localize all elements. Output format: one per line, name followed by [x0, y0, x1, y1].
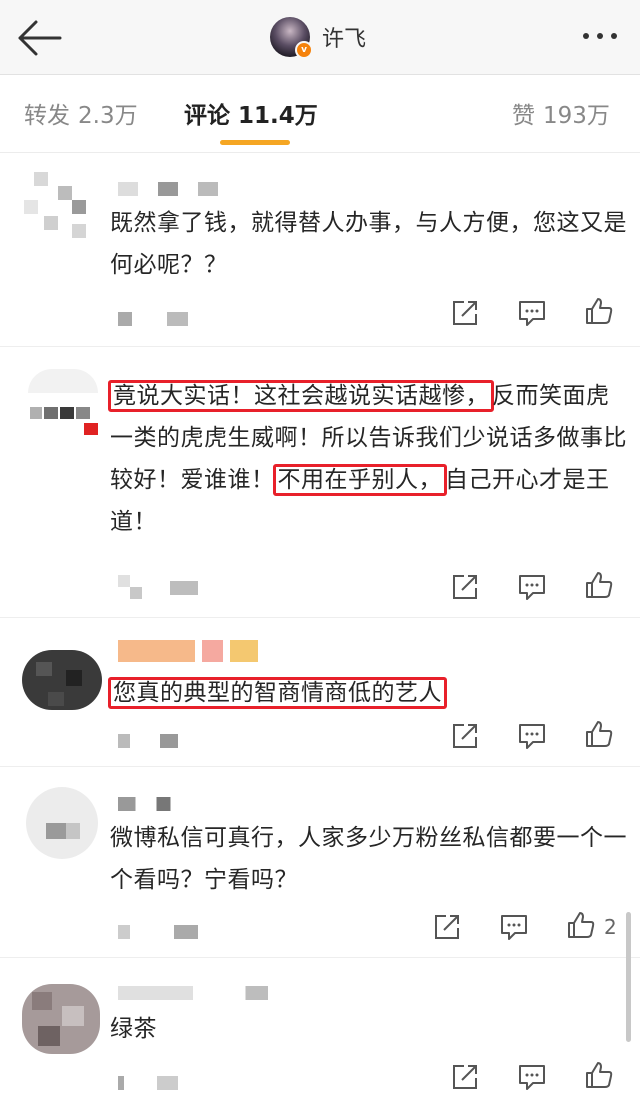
page-title: 许飞 [322, 27, 367, 52]
like-icon[interactable] [566, 910, 596, 940]
like-icon[interactable] [584, 296, 614, 326]
top-bar: v 许飞 [0, 0, 640, 75]
avatar[interactable]: v [270, 17, 313, 59]
timestamp-blurred [118, 734, 178, 748]
tab-repost-count: 2.3万 [78, 103, 138, 129]
avatar-blurred[interactable] [22, 640, 102, 720]
comment-text: 绿茶 [110, 1016, 157, 1042]
timestamp-blurred [118, 575, 208, 603]
username-blurred[interactable] [118, 986, 268, 1000]
comment-icon[interactable] [517, 1062, 547, 1092]
comment-icon[interactable] [517, 572, 547, 602]
more-icon[interactable] [580, 26, 620, 46]
comment-text: 竟说大实话！这社会越说实话越惨， 反而笑面虎一类的虎虎生威啊！所以告诉我们少说话多… [108, 375, 630, 543]
like-icon[interactable] [584, 570, 614, 600]
timestamp-blurred [118, 925, 198, 939]
tab-repost-label: 转发 [24, 103, 70, 129]
repost-icon[interactable] [432, 912, 462, 942]
comment-item: 既然拿了钱，就得替人办事，与人方便，您这又是何必呢？？ [0, 154, 640, 347]
repost-icon[interactable] [450, 298, 480, 328]
highlight-box: 您真的典型的智商情商低的艺人 [108, 677, 447, 709]
tab-repost[interactable]: 转发 2.3万 [24, 96, 138, 130]
comment-item: 竟说大实话！这社会越说实话越惨， 反而笑面虎一类的虎虎生威啊！所以告诉我们少说话多… [0, 347, 640, 618]
repost-icon[interactable] [450, 572, 480, 602]
tab-likes-label: 赞 [512, 103, 535, 129]
comment-item: 绿茶 [0, 958, 640, 1108]
tab-comments[interactable]: 评论 11.4万 [184, 96, 318, 130]
highlight-box: 竟说大实话！这社会越说实话越惨， [108, 380, 494, 412]
avatar-blurred[interactable] [22, 363, 102, 443]
comment-icon[interactable] [517, 721, 547, 751]
timestamp-blurred [118, 1076, 178, 1090]
timestamp-blurred [118, 312, 188, 326]
repost-icon[interactable] [450, 1062, 480, 1092]
username-blurred[interactable] [118, 797, 188, 811]
avatar-blurred[interactable] [22, 783, 102, 863]
tab-bar: 转发 2.3万 评论 11.4万 赞 193万 [0, 74, 640, 153]
tab-likes-count: 193万 [543, 103, 610, 129]
comment-text: 您真的典型的智商情商低的艺人 [108, 672, 630, 714]
username-blurred[interactable] [118, 640, 258, 662]
like-icon[interactable] [584, 1060, 614, 1090]
comment-icon[interactable] [517, 298, 547, 328]
username-blurred[interactable] [118, 182, 218, 196]
comment-item: 微博私信可真行，人家多少万粉丝私信都要一个一个看吗？宁看吗？ 2 [0, 767, 640, 958]
comment-text: 既然拿了钱，就得替人办事，与人方便，您这又是何必呢？？ [110, 210, 627, 278]
comment-icon[interactable] [499, 912, 529, 942]
like-count: 2 [604, 915, 617, 939]
header-user[interactable]: v 许飞 [270, 14, 366, 60]
tab-comments-count: 11.4万 [238, 103, 318, 129]
scrollbar[interactable] [626, 912, 631, 1042]
avatar-blurred[interactable] [24, 172, 94, 242]
comment-text: 微博私信可真行，人家多少万粉丝私信都要一个一个看吗？宁看吗？ [110, 825, 627, 893]
highlight-box: 不用在乎别人， [272, 464, 447, 496]
verified-badge-icon: v [295, 41, 313, 59]
avatar-blurred[interactable] [22, 978, 102, 1058]
tab-likes[interactable]: 赞 193万 [512, 96, 610, 130]
active-tab-indicator [220, 140, 290, 145]
repost-icon[interactable] [450, 721, 480, 751]
tab-comments-label: 评论 [184, 103, 230, 129]
comment-item: 您真的典型的智商情商低的艺人 [0, 618, 640, 767]
back-arrow-icon[interactable] [14, 18, 64, 58]
like-icon[interactable] [584, 719, 614, 749]
